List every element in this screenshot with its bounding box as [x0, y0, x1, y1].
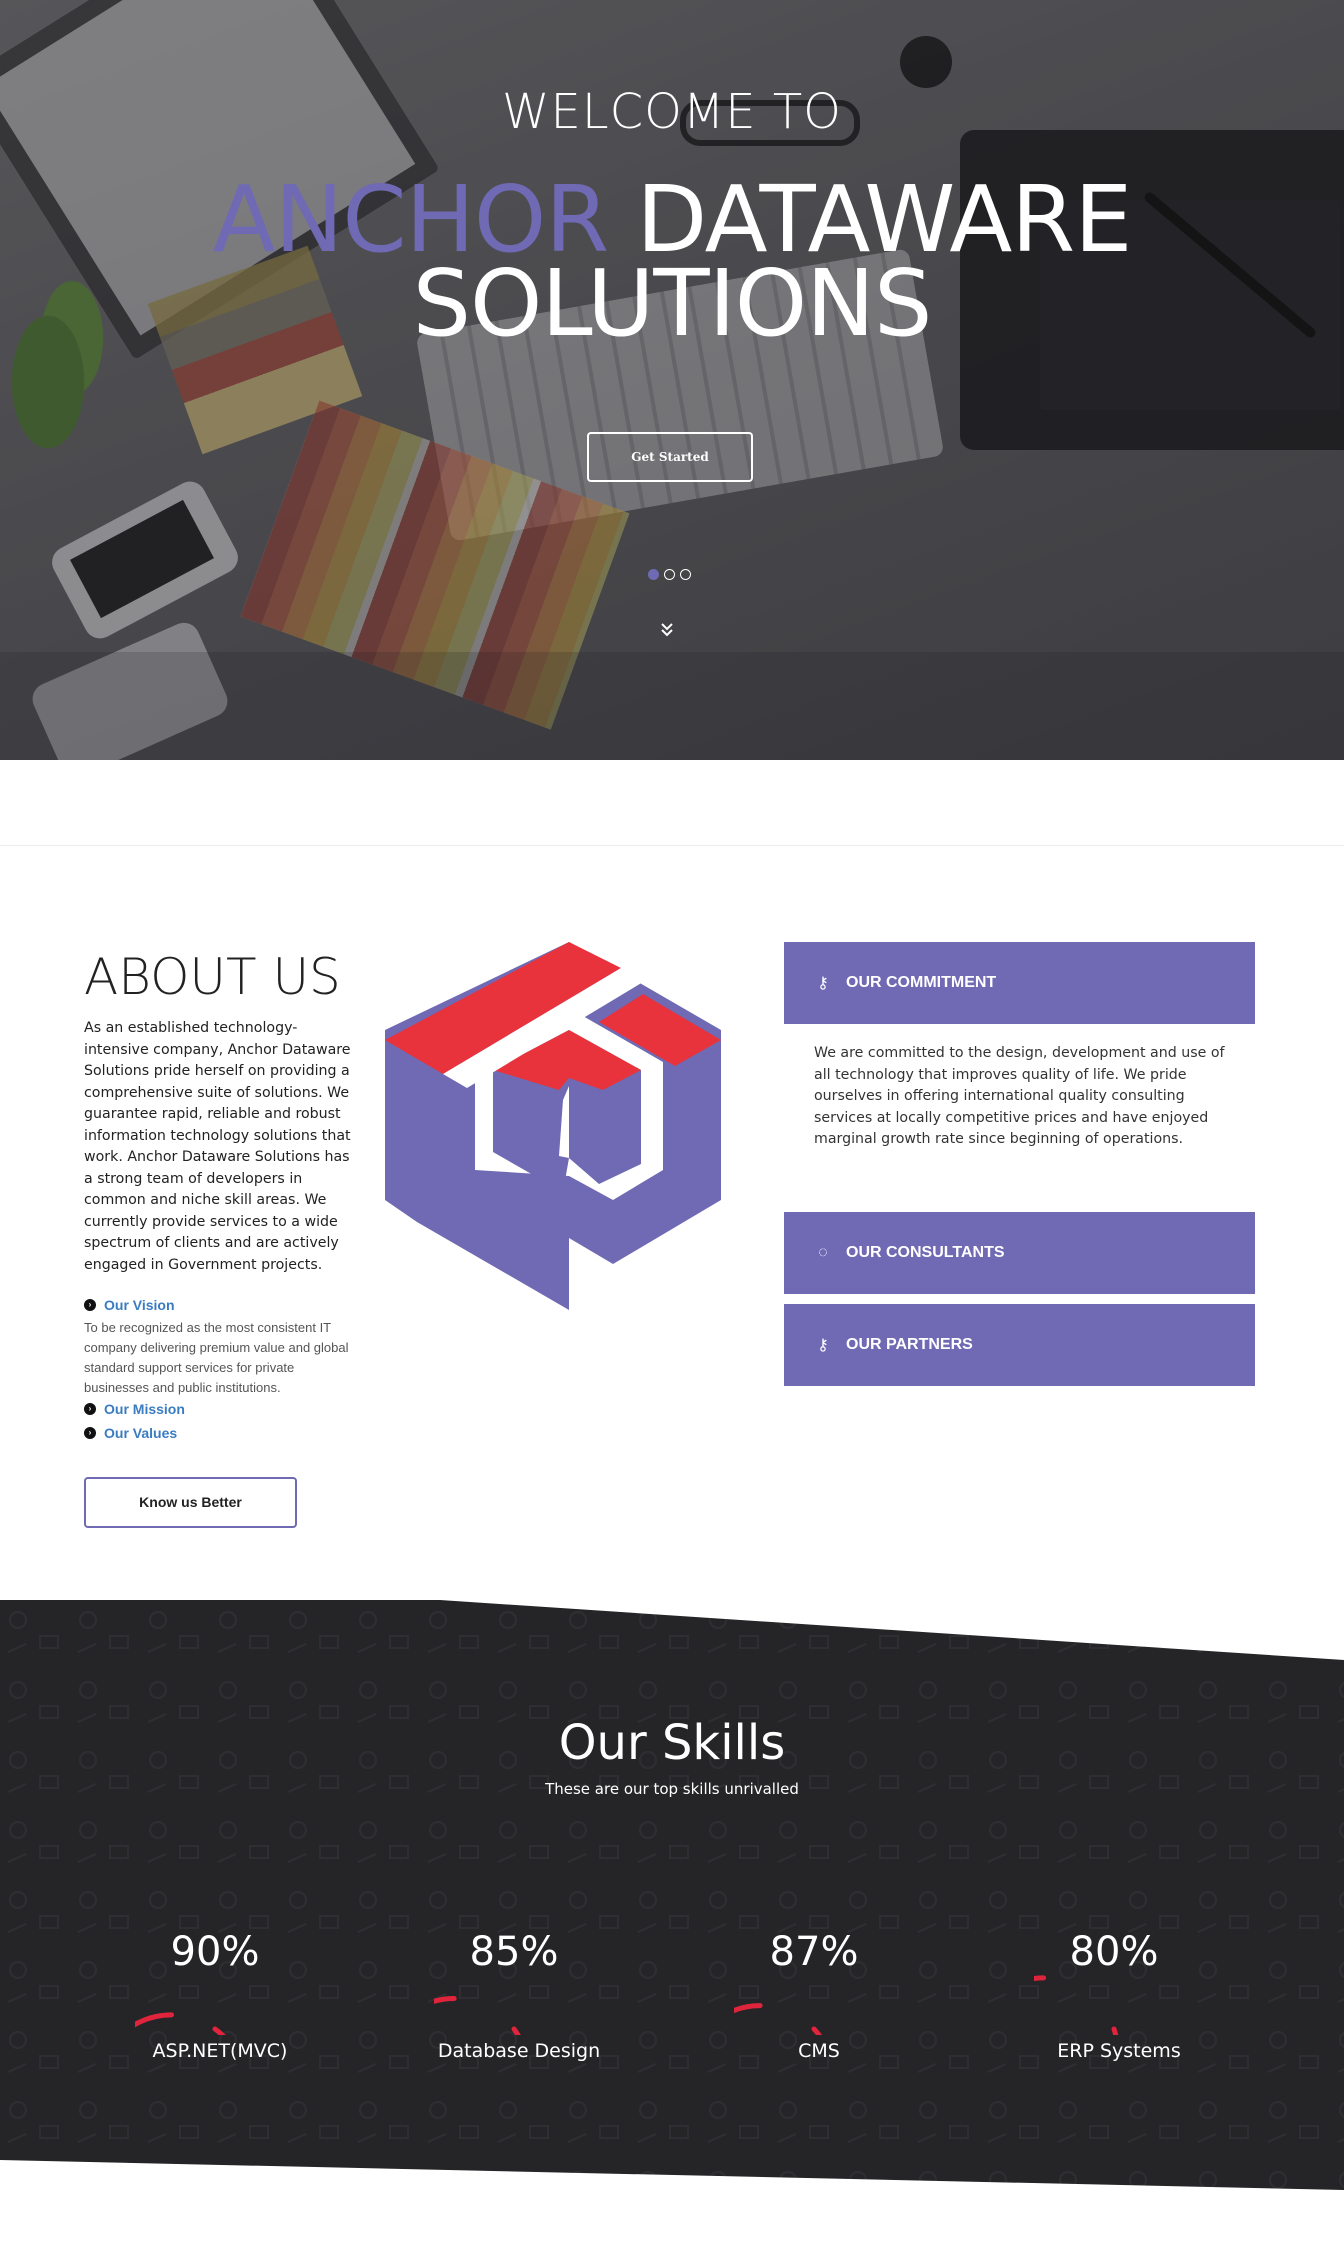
skill-gauge-cms: 87%: [734, 1875, 894, 2035]
chevron-circle-icon: ›: [84, 1403, 96, 1415]
our-partners-panel[interactable]: ⚷ OUR PARTNERS: [784, 1304, 1255, 1386]
hero-welcome: WELCOME TO: [502, 84, 842, 140]
our-commitment-body: We are committed to the design, developm…: [814, 1045, 1225, 1147]
wrench-icon: ⚷: [817, 975, 829, 992]
skill-ring: [135, 2012, 226, 2035]
slider-dots: [648, 569, 691, 580]
hero-lower-band: [0, 652, 1344, 760]
scroll-down-chevron-icon[interactable]: [660, 622, 674, 642]
chevron-circle-icon: ›: [84, 1427, 96, 1439]
skill-percent: 80%: [1069, 1929, 1159, 1975]
our-mission-link[interactable]: › Our Mission: [84, 1401, 185, 1417]
chat-bubble-icon: ◌: [818, 1244, 828, 1261]
slider-dot-3[interactable]: [680, 569, 691, 580]
skill-ring: [434, 1995, 521, 2035]
skills-subtitle: These are our top skills unrivalled: [545, 1780, 799, 1798]
get-started-button[interactable]: Get Started: [587, 432, 753, 482]
our-commitment-title: OUR COMMITMENT: [846, 974, 997, 991]
about-title: ABOUT US: [84, 948, 341, 1006]
section-divider: [0, 845, 1344, 846]
skill-percent: 87%: [769, 1929, 859, 1975]
hero-banner: WELCOME TO ANCHOR DATAWARE SOLUTIONS Get…: [0, 0, 1344, 760]
about-body: As an established technology-intensive c…: [84, 1020, 351, 1273]
slider-dot-1[interactable]: [648, 569, 659, 580]
our-vision-text: To be recognized as the most consistent …: [84, 1320, 349, 1395]
chevron-circle-icon: ›: [84, 1299, 96, 1311]
skill-percent: 85%: [469, 1929, 559, 1975]
skill-ring: [1034, 1975, 1119, 2035]
hero-title-line2: SOLUTIONS: [412, 250, 933, 357]
hero-title: ANCHOR DATAWARE SOLUTIONS: [0, 174, 1344, 350]
skill-label-database-design: Database Design: [437, 2040, 601, 2062]
skill-gauge-aspnet: 90%: [135, 1875, 295, 2035]
our-vision-link[interactable]: › Our Vision: [84, 1297, 175, 1313]
skill-ring: [734, 2003, 823, 2035]
skill-label-erp: ERP Systems: [1057, 2040, 1181, 2062]
our-vision-label: Our Vision: [104, 1297, 175, 1313]
our-consultants-panel[interactable]: ◌ OUR CONSULTANTS: [784, 1212, 1255, 1294]
slider-dot-2[interactable]: [664, 569, 675, 580]
skill-gauge-erp: 80%: [1034, 1875, 1194, 2035]
our-partners-title: OUR PARTNERS: [846, 1336, 973, 1353]
skill-percent: 90%: [170, 1929, 260, 1975]
skill-label-cms: CMS: [798, 2040, 840, 2062]
company-logo: [385, 942, 721, 1310]
our-consultants-title: OUR CONSULTANTS: [846, 1244, 1005, 1261]
skills-title: Our Skills: [558, 1715, 786, 1771]
our-values-link[interactable]: › Our Values: [84, 1425, 177, 1441]
wrench-icon: ⚷: [817, 1337, 829, 1354]
skill-label-aspnet: ASP.NET(MVC): [152, 2040, 288, 2062]
skill-gauge-database-design: 85%: [434, 1875, 594, 2035]
know-us-better-button[interactable]: Know us Better: [84, 1477, 297, 1528]
our-mission-label: Our Mission: [104, 1401, 185, 1417]
our-commitment-panel[interactable]: ⚷ OUR COMMITMENT: [784, 942, 1255, 1024]
our-values-label: Our Values: [104, 1425, 178, 1441]
